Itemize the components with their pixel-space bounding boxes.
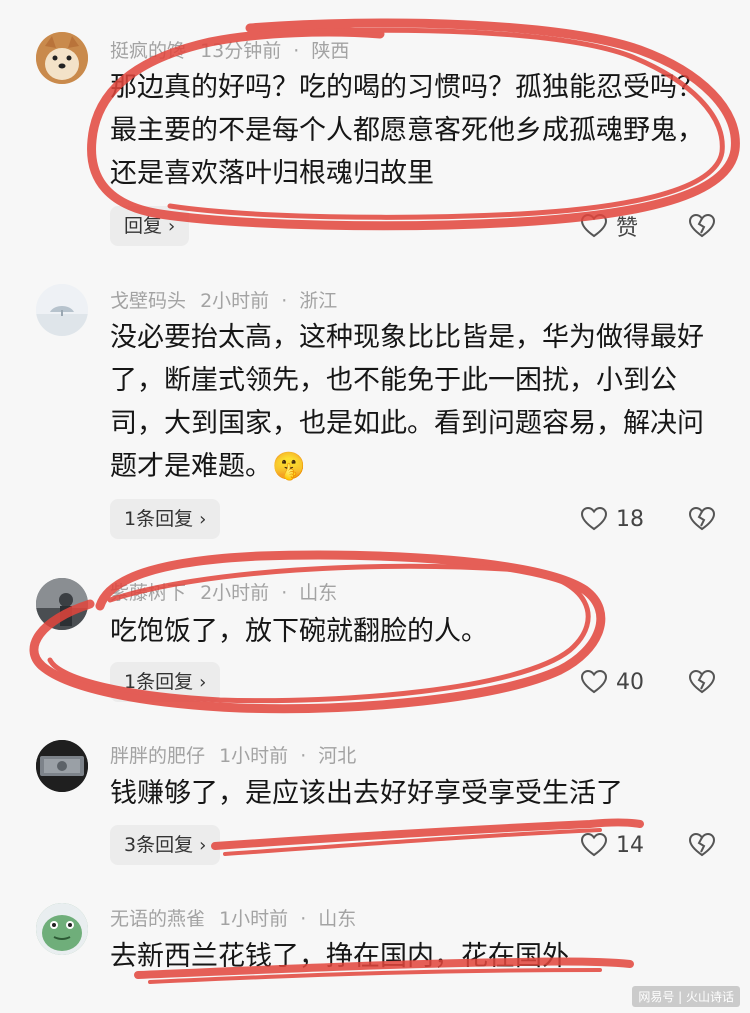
reply-button[interactable]: 1条回复 ›	[110, 662, 221, 702]
location: 山东	[299, 582, 338, 604]
comment-text-body: 没必要抬太高，这种现象比比皆是，华为做得最好了，断崖式领先，也不能免于此一困扰，…	[110, 322, 704, 482]
location: 陕西	[311, 40, 350, 62]
broken-heart-icon	[688, 669, 716, 694]
timestamp: 1小时前	[219, 908, 289, 930]
comment-meta: 胖胖的肥仔 1小时前 · 河北	[110, 745, 357, 767]
username[interactable]: 挺疯的馋	[110, 40, 186, 62]
dislike-button[interactable]	[688, 662, 716, 702]
like-count: 14	[616, 832, 644, 858]
comment-text: 没必要抬太高，这种现象比比皆是，华为做得最好了，断崖式领先，也不能免于此一困扰，…	[110, 316, 730, 488]
comment-meta: 挺疯的馋 13分钟前 · 陕西	[110, 40, 350, 62]
location: 河北	[318, 745, 357, 767]
like-button[interactable]: 18	[580, 499, 644, 539]
dislike-button[interactable]	[688, 825, 716, 865]
photo-avatar-icon	[36, 578, 88, 630]
like-count: 赞	[616, 216, 639, 241]
avatar[interactable]	[36, 903, 88, 955]
like-button[interactable]: 14	[580, 825, 644, 865]
heart-icon	[580, 506, 608, 531]
avatar[interactable]	[36, 578, 88, 630]
timestamp: 1小时前	[219, 745, 289, 767]
comment-meta: 紫藤树下 2小时前 · 山东	[110, 582, 338, 604]
shiba-dog-avatar-icon	[36, 32, 88, 84]
reply-label: 1条回复	[124, 508, 194, 530]
username[interactable]: 无语的燕雀	[110, 908, 205, 930]
heart-icon	[580, 832, 608, 857]
timestamp: 13分钟前	[200, 40, 282, 62]
like-count: 40	[616, 669, 644, 695]
comment-text: 那边真的好吗？吃的喝的习惯吗？孤独能忍受吗？最主要的不是每个人都愿意客死他乡成孤…	[110, 72, 704, 189]
like-button[interactable]: 赞	[580, 206, 638, 246]
avatar[interactable]	[36, 740, 88, 792]
tree-landscape-avatar-icon	[36, 284, 88, 336]
like-count: 18	[616, 506, 644, 532]
comment-meta: 无语的燕雀 1小时前 · 山东	[110, 908, 357, 930]
comment-text: 钱赚够了，是应该出去好好享受享受生活了	[110, 778, 623, 809]
reply-button[interactable]: 回复 ›	[110, 206, 190, 246]
username[interactable]: 紫藤树下	[110, 582, 186, 604]
reply-button[interactable]: 3条回复 ›	[110, 825, 221, 865]
dislike-button[interactable]	[688, 499, 716, 539]
comment-text: 吃饱饭了，放下碗就翻脸的人。	[110, 616, 488, 647]
username[interactable]: 戈壁码头	[110, 290, 186, 312]
chevron-right-icon: ›	[199, 509, 207, 530]
location: 山东	[318, 908, 357, 930]
timestamp: 2小时前	[200, 290, 270, 312]
location: 浙江	[299, 290, 338, 312]
dislike-button[interactable]	[688, 206, 716, 246]
broken-heart-icon	[688, 213, 716, 238]
watermark: 网易号 | 火山诗话	[632, 986, 740, 1007]
reply-label: 1条回复	[124, 671, 194, 693]
shush-emoji-icon: 🤫	[272, 451, 306, 482]
heart-icon	[580, 213, 608, 238]
chevron-right-icon: ›	[199, 672, 207, 693]
heart-icon	[580, 669, 608, 694]
like-button[interactable]: 40	[580, 662, 644, 702]
reply-label: 回复	[124, 215, 163, 237]
green-frog-avatar-icon	[36, 903, 88, 955]
chevron-right-icon: ›	[199, 835, 207, 856]
comment-text: 去新西兰花钱了，挣在国内，花在国外	[110, 941, 569, 972]
avatar[interactable]	[36, 284, 88, 336]
banknote-avatar-icon	[36, 740, 88, 792]
avatar[interactable]	[36, 32, 88, 84]
comment-meta: 戈壁码头 2小时前 · 浙江	[110, 290, 338, 312]
timestamp: 2小时前	[200, 582, 270, 604]
username[interactable]: 胖胖的肥仔	[110, 745, 205, 767]
chevron-right-icon: ›	[168, 216, 176, 237]
reply-label: 3条回复	[124, 834, 194, 856]
broken-heart-icon	[688, 832, 716, 857]
reply-button[interactable]: 1条回复 ›	[110, 499, 221, 539]
broken-heart-icon	[688, 506, 716, 531]
